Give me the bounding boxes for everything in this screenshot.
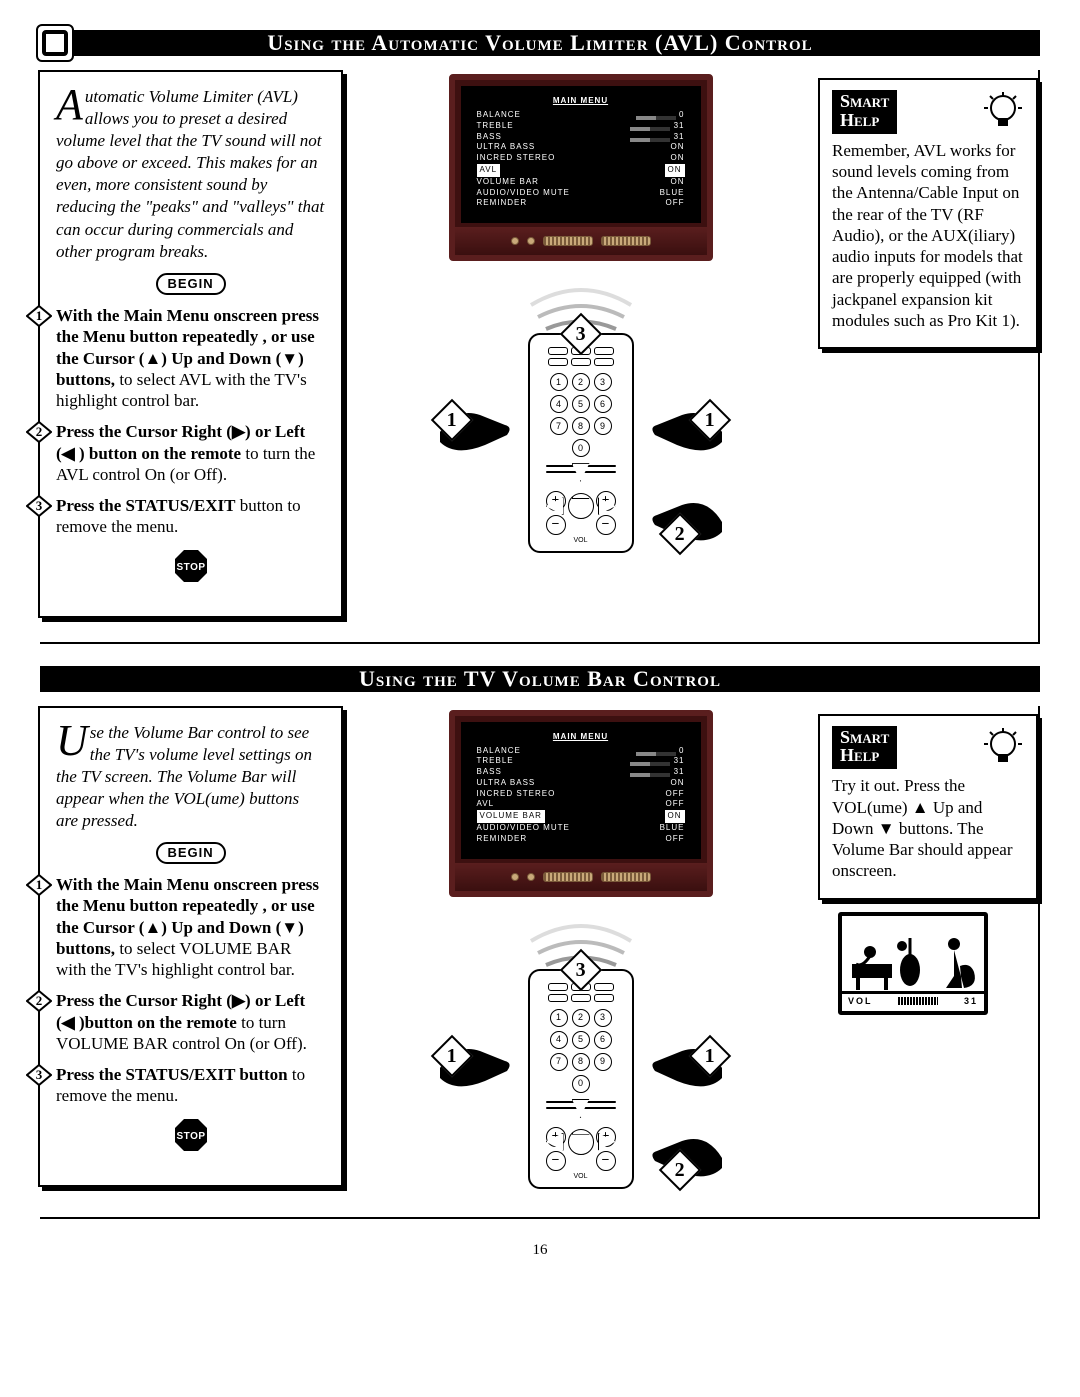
dropcap: A [56, 86, 85, 123]
section-title-bar: Using the TV Volume Bar Control [40, 666, 1040, 692]
svg-text:2: 2 [36, 993, 43, 1008]
step-2: 2 Press the Cursor Right (▶) or Left (◀ … [56, 421, 325, 485]
menu-row: VOLUME BARON [473, 810, 689, 823]
section-title-bar: Using the Automatic Volume Limiter (AVL)… [40, 30, 1040, 56]
section-avl: Using the Automatic Volume Limiter (AVL)… [40, 30, 1040, 644]
smart-help-body: Remember, AVL works for sound levels com… [832, 140, 1024, 331]
illustration-column: MAIN MENU BALANCE 0TREBLE 31BASS 31ULTRA… [355, 70, 806, 557]
menu-row: REMINDEROFF [473, 198, 689, 209]
menu-row: INCRED STEREOON [473, 153, 689, 164]
lightbulb-icon [982, 726, 1024, 768]
step-number-icon: 3 [26, 495, 52, 517]
step-1: 1 With the Main Menu onscreen press the … [56, 874, 325, 980]
tv-illustration: MAIN MENU BALANCE 0TREBLE 31BASS 31ULTRA… [449, 710, 713, 897]
menu-row: VOLUME BARON [473, 177, 689, 188]
volume-bar-readout: VOL 31 [842, 994, 984, 1011]
smart-help-column: SmartHelp Try it out. Press the VOL(ume)… [818, 706, 1038, 1015]
menu-row: BASS 31 [473, 767, 689, 778]
step-number-icon: 3 [26, 1064, 52, 1086]
menu-row: INCRED STEREOOFF [473, 789, 689, 800]
tv-base [455, 863, 707, 891]
tv-screen: MAIN MENU BALANCE 0TREBLE 31BASS 31ULTRA… [461, 722, 701, 859]
step-number-icon: 2 [26, 990, 52, 1012]
svg-text:1: 1 [36, 308, 43, 323]
dropcap: U [56, 722, 90, 759]
menu-row: AUDIO/VIDEO MUTEBLUE [473, 823, 689, 834]
tv-screen: MAIN MENU BALANCE 0TREBLE 31BASS 31ULTRA… [461, 86, 701, 223]
menu-row: BASS 31 [473, 132, 689, 143]
menu-title: MAIN MENU [473, 732, 689, 742]
stop-badge: STOP [173, 1117, 209, 1153]
menu-row: AVLON [473, 164, 689, 177]
svg-text:3: 3 [36, 1067, 43, 1082]
menu-row: BALANCE 0 [473, 746, 689, 757]
remote-control: 123 456 789 0 ++ −− VOL [528, 333, 634, 553]
menu-row: TREBLE 31 [473, 121, 689, 132]
step-3: 3 Press the STATUS/EXIT button to remove… [56, 495, 325, 538]
jazz-scene-icon [842, 916, 984, 994]
svg-text:1: 1 [36, 877, 43, 892]
tv-icon [36, 24, 74, 62]
tv-base [455, 227, 707, 255]
section-title: Using the Automatic Volume Limiter (AVL)… [40, 29, 1040, 57]
svg-text:2: 2 [36, 424, 43, 439]
section-frame: Automatic Volume Limiter (AVL) allows yo… [40, 70, 1040, 644]
section-frame: Use the Volume Bar control to see the TV… [40, 706, 1040, 1219]
smart-help-title: SmartHelp [832, 90, 897, 134]
page-number: 16 [40, 1241, 1040, 1260]
step-3: 3 Press the STATUS/EXIT button to remove… [56, 1064, 325, 1107]
menu-row: ULTRA BASSON [473, 142, 689, 153]
illustration-column: MAIN MENU BALANCE 0TREBLE 31BASS 31ULTRA… [355, 706, 806, 1193]
svg-text:STOP: STOP [176, 1131, 205, 1142]
section-volume-bar: Using the TV Volume Bar Control Use the … [40, 666, 1040, 1219]
menu-row: TREBLE 31 [473, 756, 689, 767]
smart-help-title: SmartHelp [832, 726, 897, 770]
step-1: 1 With the Main Menu onscreen press the … [56, 305, 325, 411]
tv-illustration: MAIN MENU BALANCE 0TREBLE 31BASS 31ULTRA… [449, 74, 713, 261]
step-number-icon: 2 [26, 421, 52, 443]
mini-tv-illustration: VOL 31 [838, 912, 988, 1015]
smart-help-column: SmartHelp Remember, AVL works for sound … [818, 70, 1038, 349]
step-number-icon: 1 [26, 305, 52, 327]
intro-text: Automatic Volume Limiter (AVL) allows yo… [56, 86, 325, 263]
section-title: Using the TV Volume Bar Control [40, 665, 1040, 693]
smart-help-box: SmartHelp Remember, AVL works for sound … [818, 78, 1038, 349]
menu-row: AUDIO/VIDEO MUTEBLUE [473, 188, 689, 199]
menu-row: AVLOFF [473, 799, 689, 810]
instruction-panel: Automatic Volume Limiter (AVL) allows yo… [38, 70, 343, 618]
lightbulb-icon [982, 90, 1024, 132]
begin-badge: BEGIN [156, 840, 226, 864]
svg-text:3: 3 [36, 498, 43, 513]
menu-row: ULTRA BASSON [473, 778, 689, 789]
svg-text:STOP: STOP [176, 562, 205, 573]
smart-help-box: SmartHelp Try it out. Press the VOL(ume)… [818, 714, 1038, 900]
remote-control: 123 456 789 0 ++ −− VOL [528, 969, 634, 1189]
instruction-panel: Use the Volume Bar control to see the TV… [38, 706, 343, 1187]
menu-title: MAIN MENU [473, 96, 689, 106]
step-2: 2 Press the Cursor Right (▶) or Left (◀ … [56, 990, 325, 1054]
remote-illustration: 123 456 789 0 ++ −− VOL [441, 287, 721, 557]
begin-badge: BEGIN [156, 271, 226, 295]
menu-row: REMINDEROFF [473, 834, 689, 845]
remote-illustration: 123 456 789 0 ++ −− VOL [441, 923, 721, 1193]
smart-help-body: Try it out. Press the VOL(ume) ▲ Up and … [832, 775, 1024, 881]
step-number-icon: 1 [26, 874, 52, 896]
menu-row: BALANCE 0 [473, 110, 689, 121]
intro-text: Use the Volume Bar control to see the TV… [56, 722, 325, 832]
stop-badge: STOP [173, 548, 209, 584]
